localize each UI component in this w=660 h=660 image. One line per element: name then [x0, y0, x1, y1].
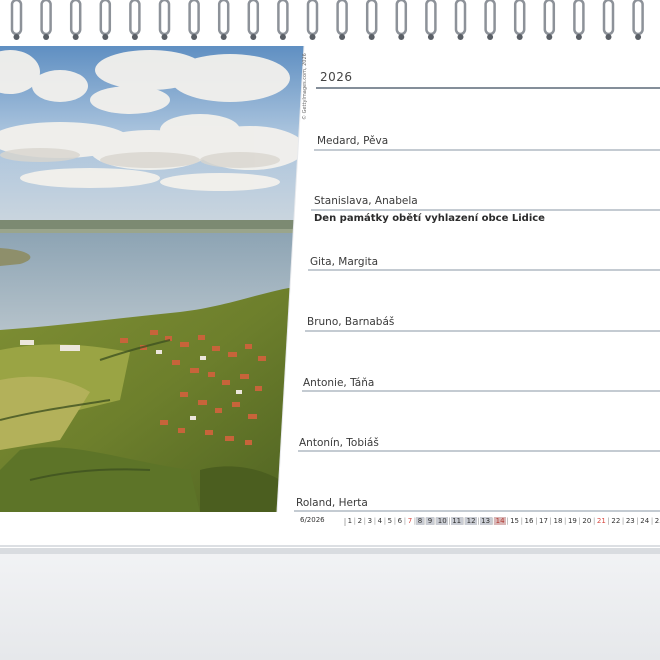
day-number: 7 — [407, 517, 413, 525]
binding-hole — [250, 34, 257, 40]
binding-hole — [102, 34, 109, 40]
day-number: 9 — [426, 517, 434, 525]
day-number: 2 — [357, 517, 363, 525]
day-number: 14 — [494, 517, 507, 525]
day-number: 6 — [397, 517, 403, 525]
binding-hole — [72, 34, 79, 40]
day-number: 18 — [553, 517, 563, 525]
day-number: 17 — [539, 517, 548, 525]
day-number: 13 — [479, 517, 492, 525]
day-number: 1 — [347, 517, 353, 525]
day-number: 5 — [387, 517, 393, 525]
nameday-row-5: Antonie, Táňa — [303, 377, 375, 389]
calendar-base — [0, 548, 660, 660]
binding-hole — [427, 34, 434, 40]
nameday-row-1: Medard, Pěva — [317, 135, 389, 147]
binding-hole — [605, 34, 612, 40]
holiday-row-2: Den památky obětí vyhlazení obce Lidice — [314, 213, 545, 224]
day-number: 10 — [436, 517, 449, 525]
month-day-strip: 1 | 2 | 3 | 4 | 5 | 6 | 7 | 8 | 9 | 10 | 11 | 12 | 13 | 14 | 15 | 16 | 1… — [346, 516, 660, 526]
binding-hole — [575, 34, 582, 40]
nameday-row-2: Stanislava, Anabela — [314, 195, 418, 207]
year-label: 2026 — [320, 70, 353, 84]
day-number: 22 — [611, 517, 621, 525]
day-number: 8 — [416, 517, 424, 525]
landscape-photo — [0, 46, 304, 512]
day-number: 12 — [465, 517, 478, 525]
day-number: 20 — [582, 517, 592, 525]
binding-hole — [131, 34, 138, 40]
binding-hole — [546, 34, 553, 40]
binding-hole — [43, 34, 50, 40]
day-number: 23 — [625, 517, 635, 525]
binding-hole — [516, 34, 523, 40]
base-shadow — [0, 548, 660, 554]
binding-hole — [309, 34, 316, 40]
binding-hole — [279, 34, 286, 40]
month-label: 6/2026 — [300, 516, 325, 524]
day-number: 24 — [640, 517, 650, 525]
day-number: 11 — [450, 517, 463, 525]
nameday-row-6: Antonín, Tobiáš — [299, 437, 379, 449]
binding-hole — [398, 34, 405, 40]
binding-hole — [161, 34, 168, 40]
day-number: 3 — [367, 517, 373, 525]
binding-hole — [13, 34, 20, 40]
binding-hole — [487, 34, 494, 40]
binding-hole — [220, 34, 227, 40]
day-number: 21 — [596, 517, 606, 525]
photo-credit: © GettyImages.com, 2026 — [302, 53, 308, 120]
day-number: 4 — [377, 517, 383, 525]
nameday-row-3: Gita, Margita — [310, 256, 379, 268]
binding-hole — [339, 34, 346, 40]
nameday-row-7: Roland, Herta — [296, 497, 368, 509]
binding-hole — [457, 34, 464, 40]
binding-hole — [635, 34, 642, 40]
nameday-row-4: Bruno, Barnabáš — [307, 316, 395, 328]
binding-hole — [368, 34, 375, 40]
day-number: 15 — [510, 517, 519, 525]
day-number: 25 — [654, 517, 660, 525]
binding-hole — [191, 34, 198, 40]
day-number: 16 — [524, 517, 534, 525]
day-number: 19 — [567, 517, 577, 525]
desk-calendar-scene — [0, 0, 660, 660]
